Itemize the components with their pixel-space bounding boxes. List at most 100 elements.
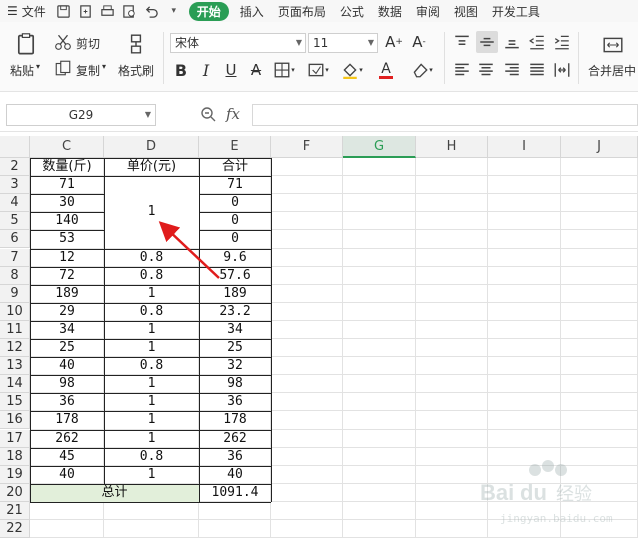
copy-dropdown-icon[interactable]: ▾ [102,62,106,71]
cell-unit-price[interactable]: 0.8 [104,249,199,267]
cell-quantity[interactable]: 29 [30,303,104,321]
row-header-20[interactable]: 20 [0,483,30,502]
select-all-corner[interactable] [0,136,30,158]
cell-quantity[interactable]: 53 [30,230,104,248]
cell-quantity[interactable]: 189 [30,285,104,303]
merge-center-button[interactable]: 合并居中 [588,62,636,79]
cell-style-icon[interactable]: ▾ [306,60,330,80]
row-header-14[interactable]: 14 [0,375,30,394]
cut-button[interactable]: 剪切 [76,35,100,52]
cell-quantity[interactable]: 72 [30,267,104,285]
row-header-7[interactable]: 7 [0,248,30,267]
column-header-j[interactable]: J [561,136,638,158]
row-header-16[interactable]: 16 [0,411,30,430]
tab-developer[interactable]: 开发工具 [485,3,547,20]
cell-quantity[interactable]: 45 [30,448,104,466]
cell-quantity[interactable]: 262 [30,430,104,448]
align-left-icon[interactable] [452,60,472,80]
save-icon[interactable] [56,3,72,19]
tab-view[interactable]: 视图 [447,3,485,20]
cell-summary-label[interactable]: 总计 [30,483,199,502]
cell-quantity[interactable]: 12 [30,249,104,267]
cell-unit-price[interactable]: 1 [104,430,199,448]
row-header-10[interactable]: 10 [0,302,30,321]
row-header-4[interactable]: 4 [0,194,30,213]
cell-total[interactable]: 23.2 [199,303,271,321]
cell-unit-price[interactable]: 0.8 [104,448,199,466]
cell-merged-unit-price[interactable]: 1 [104,176,199,249]
row-header-11[interactable]: 11 [0,320,30,339]
column-header-f[interactable]: F [271,136,343,158]
row-header-17[interactable]: 17 [0,429,30,448]
cell-summary-total[interactable]: 1091.4 [199,484,271,502]
tab-insert[interactable]: 插入 [233,3,271,20]
zoom-icon[interactable] [200,106,216,125]
column-header-i[interactable]: I [488,136,561,158]
row-header-6[interactable]: 6 [0,230,30,249]
row-header-2[interactable]: 2 [0,158,30,177]
copy-icon[interactable] [54,59,72,77]
cell-unit-price[interactable]: 1 [104,321,199,339]
strikethrough-icon[interactable]: A [247,60,265,80]
indent-decrease-icon[interactable] [527,32,547,52]
cell-total[interactable]: 0 [199,230,271,248]
fill-color-icon[interactable]: ▾ [340,60,364,80]
cell-unit-price[interactable]: 0.8 [104,303,199,321]
paste-dropdown-icon[interactable]: ▾ [36,62,40,71]
cell-total[interactable]: 0 [199,212,271,230]
justify-icon[interactable] [527,60,547,80]
clear-format-icon[interactable]: ▾ [410,60,434,80]
copy-button[interactable]: 复制 [76,62,100,79]
undo-icon[interactable] [144,3,160,19]
cell-total[interactable]: 36 [199,448,271,466]
cell-quantity[interactable]: 36 [30,393,104,411]
cell-unit-price[interactable]: 1 [104,393,199,411]
cell-total[interactable]: 0 [199,194,271,212]
cell-total[interactable]: 178 [199,411,271,429]
cell-unit-price[interactable]: 1 [104,285,199,303]
cell-total[interactable]: 25 [199,339,271,357]
print-preview-icon[interactable] [122,3,138,19]
cell-total[interactable]: 34 [199,321,271,339]
cell-quantity[interactable]: 71 [30,176,104,194]
format-painter-button[interactable] [123,30,149,58]
row-header-22[interactable]: 22 [0,520,30,538]
cell-unit-price[interactable]: 1 [104,339,199,357]
cell-header-unit-price[interactable]: 单价(元) [104,158,199,176]
align-top-icon[interactable] [452,32,472,52]
bold-icon[interactable]: B [172,60,190,80]
cell-unit-price[interactable]: 1 [104,466,199,484]
tab-review[interactable]: 审阅 [409,3,447,20]
name-box[interactable]: G29 ▼ [6,104,156,126]
row-header-5[interactable]: 5 [0,212,30,231]
align-right-icon[interactable] [502,60,522,80]
row-header-21[interactable]: 21 [0,501,30,520]
row-header-18[interactable]: 18 [0,447,30,466]
cell-quantity[interactable]: 34 [30,321,104,339]
row-header-15[interactable]: 15 [0,393,30,412]
cell-quantity[interactable]: 30 [30,194,104,212]
column-header-g[interactable]: G [343,136,416,158]
cell-quantity[interactable]: 40 [30,466,104,484]
font-size-select[interactable]: 11 ▼ [308,33,378,53]
cell-quantity[interactable]: 98 [30,375,104,393]
tab-data[interactable]: 数据 [371,3,409,20]
cell-total[interactable]: 262 [199,430,271,448]
cell-total[interactable]: 71 [199,176,271,194]
row-header-9[interactable]: 9 [0,284,30,303]
cell-quantity[interactable]: 25 [30,339,104,357]
column-header-e[interactable]: E [199,136,271,158]
italic-icon[interactable]: I [197,60,215,80]
tab-formulas[interactable]: 公式 [333,3,371,20]
row-header-8[interactable]: 8 [0,266,30,285]
cell-quantity[interactable]: 178 [30,411,104,429]
cell-unit-price[interactable]: 0.8 [104,357,199,375]
distribute-icon[interactable] [552,60,572,80]
main-menu-button[interactable]: ☰ 文件 [0,3,53,20]
merge-center-icon[interactable] [600,32,626,58]
row-header-3[interactable]: 3 [0,176,30,195]
decrease-font-icon[interactable]: A- [409,32,429,52]
paste-button[interactable] [12,30,40,58]
cell-unit-price[interactable]: 1 [104,411,199,429]
quick-access-dropdown-icon[interactable]: ▾ [166,3,182,19]
